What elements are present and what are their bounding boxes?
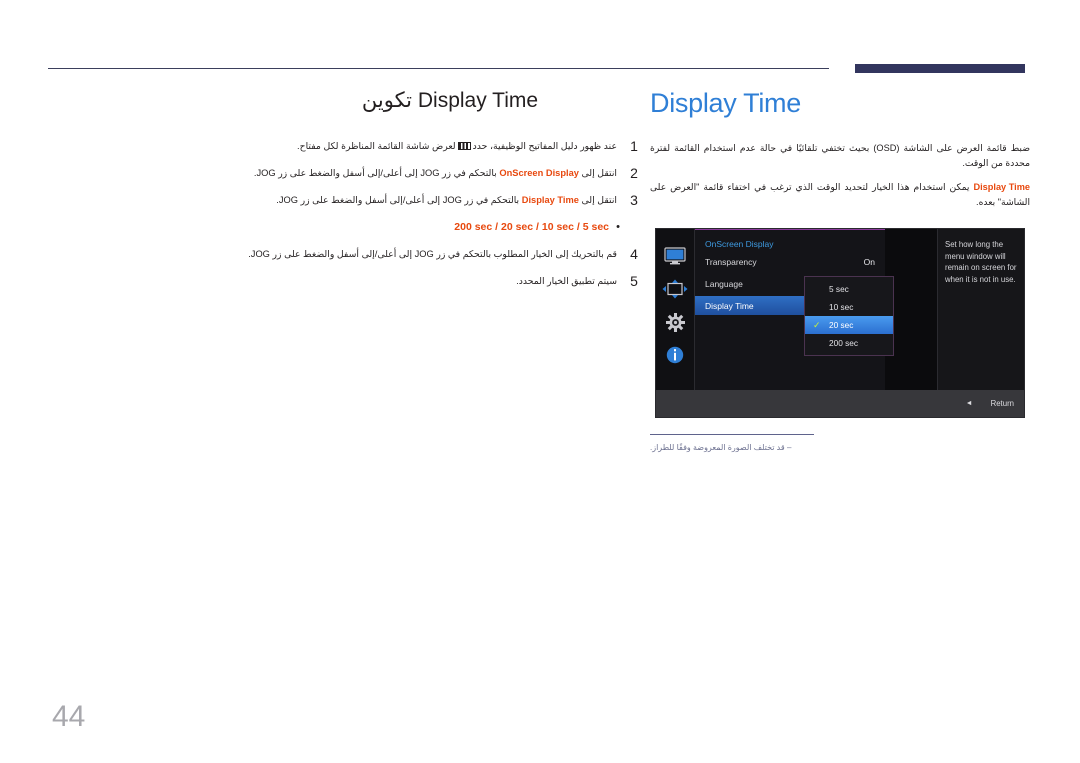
jog-label: JOG [442, 195, 462, 205]
step-5-pre: سيتم تطبيق الخيار المحدد. [516, 276, 617, 286]
model-note: ‒ قد تختلف الصورة المعروضة وفقًا للطراز. [650, 434, 1030, 452]
display-time-label: Display Time [521, 195, 579, 205]
osd-category-sidebar[interactable] [656, 229, 695, 391]
move-arrows-icon[interactable] [662, 276, 688, 302]
jog-label: JOG [414, 249, 434, 259]
feature-description-1: ضبط قائمة العرض على الشاشة (OSD) بحيث تخ… [650, 143, 1031, 168]
return-label[interactable]: Return [991, 399, 1014, 408]
step-3: 3 انتقل إلى Display Time بالتحكم في زر J… [255, 193, 645, 207]
osd-body: OnScreen Display Transparency On Languag… [656, 229, 1024, 391]
dropdown-option-label: 10 sec [829, 302, 854, 312]
bullet-dot: • [616, 221, 620, 233]
step-text: قم بالتحريك إلى الخيار المطلوب بالتحكم ف… [248, 247, 623, 261]
header-rule-thick [855, 64, 1025, 73]
page-title-en: Display Time [417, 89, 539, 112]
step-number: 2 [630, 165, 638, 181]
header-rule-thin [48, 68, 829, 69]
step-1: 1 عند ظهور دليل المفاتيح الوظيفية، حدد لع… [255, 139, 645, 153]
osd-row-label: Language [705, 278, 743, 289]
jog-label: JOG [420, 168, 440, 178]
step-5: 5 سيتم تطبيق الخيار المحدد. [255, 274, 645, 288]
dropdown-option-label: 5 sec [829, 284, 849, 294]
step-3-post: بالتحكم في زر [464, 195, 520, 205]
step-text: انتقل إلى Display Time بالتحكم في زر JOG… [255, 193, 623, 207]
feature-description-2: Display Time يمكن استخدام هذا الخيار لتح… [650, 180, 1030, 210]
osd-row-value: On [863, 256, 875, 267]
dropdown-option-5sec[interactable]: 5 sec [805, 280, 893, 298]
back-arrow-icon[interactable]: ◄ [966, 400, 973, 407]
dropdown-option-label: 20 sec [829, 320, 854, 330]
step-number: 5 [630, 273, 638, 289]
keyguide-icon [457, 142, 471, 150]
info-icon[interactable] [662, 342, 688, 368]
dropdown-option-10sec[interactable]: 10 sec [805, 298, 893, 316]
note-text: ‒ قد تختلف الصورة المعروضة وفقًا للطراز. [650, 435, 1030, 452]
step-2-post: بالتحكم في زر [442, 168, 497, 178]
page-title-ar: تكوين [361, 89, 413, 112]
osd-panel-title: OnScreen Display [705, 239, 774, 249]
step-3-tail: إلى أعلى/إلى أسفل والضغط على زر [300, 195, 441, 205]
step-number: 1 [630, 138, 638, 154]
instructions-column: Display Time تكوين 1 عند ظهور دليل المفا… [248, 88, 645, 301]
note-dash: ‒ [786, 443, 792, 452]
display-time-options: 200 sec / 20 sec / 10 sec / 5 sec [454, 221, 609, 233]
page-title: Display Time تكوين [255, 88, 645, 113]
step-4-tail: إلى أعلى/إلى أسفل والضغط على زر [272, 249, 413, 259]
dropdown-option-label: 200 sec [829, 338, 859, 348]
dropdown-option-20sec[interactable]: ✓ 20 sec [805, 316, 893, 334]
options-bullet-line: • 200 sec / 20 sec / 10 sec / 5 sec [255, 220, 645, 234]
step-4-pre: قم بالتحريك إلى الخيار المطلوب بالتحكم ف… [436, 249, 617, 259]
monitor-icon[interactable] [662, 243, 688, 269]
display-time-dropdown[interactable]: 5 sec 10 sec ✓ 20 sec 200 sec [804, 276, 894, 356]
osd-row-label: Display Time [705, 300, 754, 311]
feature-title: Display Time [650, 88, 801, 118]
step-text: سيتم تطبيق الخيار المحدد. [255, 274, 623, 288]
gear-icon[interactable] [662, 309, 688, 335]
display-time-inline-label: Display Time [973, 182, 1030, 192]
step-4: 4 قم بالتحريك إلى الخيار المطلوب بالتحكم… [248, 246, 645, 262]
checkmark-icon: ✓ [813, 320, 821, 330]
step-2-pre: انتقل إلى [581, 168, 617, 178]
onscreen-display-label: OnScreen Display [499, 168, 579, 178]
step-text: عند ظهور دليل المفاتيح الوظيفية، حدد لعرض… [255, 139, 623, 153]
osd-screenshot: OnScreen Display Transparency On Languag… [655, 228, 1025, 418]
jog-label-2: JOG [278, 195, 298, 205]
step-1-before: عند ظهور دليل المفاتيح الوظيفية، حدد [472, 141, 617, 151]
osd-row-transparency[interactable]: Transparency On [695, 252, 885, 271]
step-2: 2 انتقل إلى OnScreen Display بالتحكم في … [254, 165, 645, 181]
step-1-after: لعرض شاشة القائمة المناظرة لكل مفتاح. [297, 141, 456, 151]
osd-help-description: Set how long the menu window will remain… [937, 229, 1024, 391]
note-body: قد تختلف الصورة المعروضة وفقًا للطراز. [650, 443, 785, 452]
step-number: 4 [630, 246, 638, 262]
jog-label-2: JOG [250, 249, 270, 259]
description-column: Display Time ضبط قائمة العرض على الشاشة … [650, 88, 1030, 219]
note-rule [650, 434, 814, 435]
step-text: انتقل إلى OnScreen Display بالتحكم في زر… [254, 166, 623, 180]
step-number: 3 [630, 192, 638, 208]
osd-footer: ◄ Return [656, 390, 1024, 417]
osd-row-label: Transparency [705, 256, 757, 267]
step-3-pre: انتقل إلى [581, 195, 617, 205]
step-2-tail: إلى أعلى/إلى أسفل والضغط على زر [278, 168, 418, 178]
jog-label-2: JOG [256, 168, 276, 178]
page-number: 44 [52, 700, 86, 733]
dropdown-option-200sec[interactable]: 200 sec [805, 334, 893, 352]
